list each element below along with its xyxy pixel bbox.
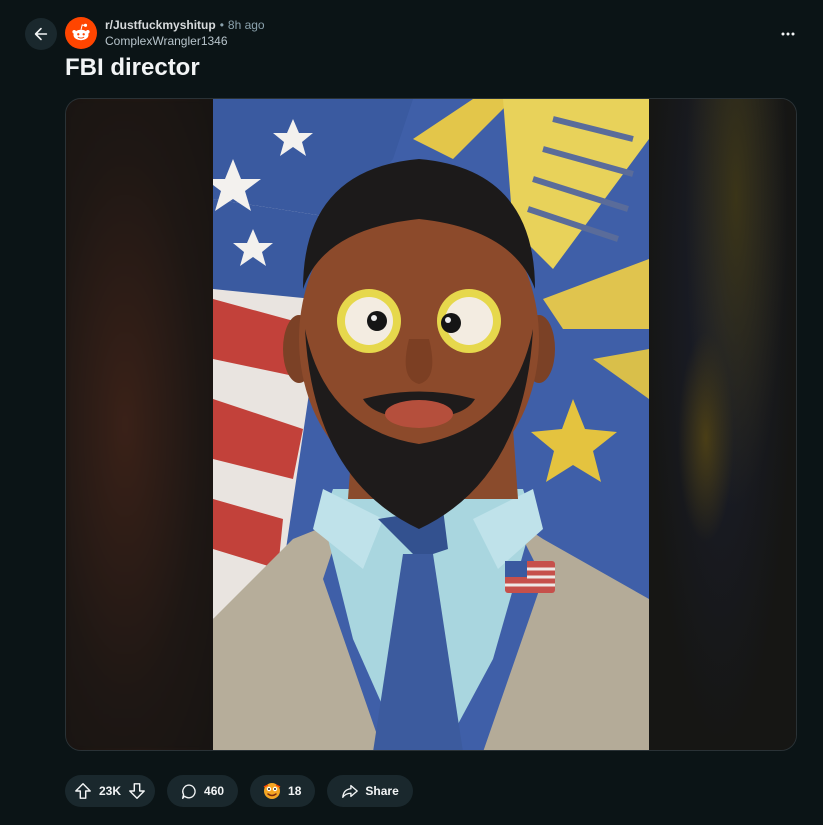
snoo-icon [72,23,90,41]
post-header: r/Justfuckmyshitup • 8h ago ComplexWrang… [65,17,265,49]
downvote-button[interactable] [125,779,149,803]
comments-button[interactable]: 460 [167,775,239,807]
comment-count: 460 [204,784,225,798]
share-button[interactable]: Share [327,775,413,807]
downvote-icon [129,783,145,799]
media-blur-left [66,99,214,750]
post-author[interactable]: ComplexWrangler1346 [105,33,265,49]
post-title[interactable]: FBI director [65,52,200,84]
post-media[interactable] [65,98,797,751]
back-button[interactable] [25,18,57,50]
award-icon [263,783,281,799]
vote-control: 23K [65,775,156,807]
media-blur-right [646,99,796,750]
upvote-icon [75,783,91,799]
more-options-button[interactable] [772,18,804,50]
share-icon [342,784,359,798]
upvote-button[interactable] [71,779,95,803]
comment-icon [182,783,196,799]
subreddit-name[interactable]: r/Justfuckmyshitup [105,17,216,33]
post-image [213,99,649,750]
share-label: Share [365,784,399,798]
vote-count: 23K [99,784,122,798]
award-button[interactable]: 18 [250,775,316,807]
post-time: 8h ago [227,18,265,32]
post-action-bar: 23K 460 18 Share [65,775,413,807]
award-count: 18 [288,784,302,798]
meta-separator: • [219,18,224,32]
more-options-icon [781,32,795,36]
subreddit-avatar[interactable] [65,17,97,49]
back-arrow-icon [34,27,48,41]
